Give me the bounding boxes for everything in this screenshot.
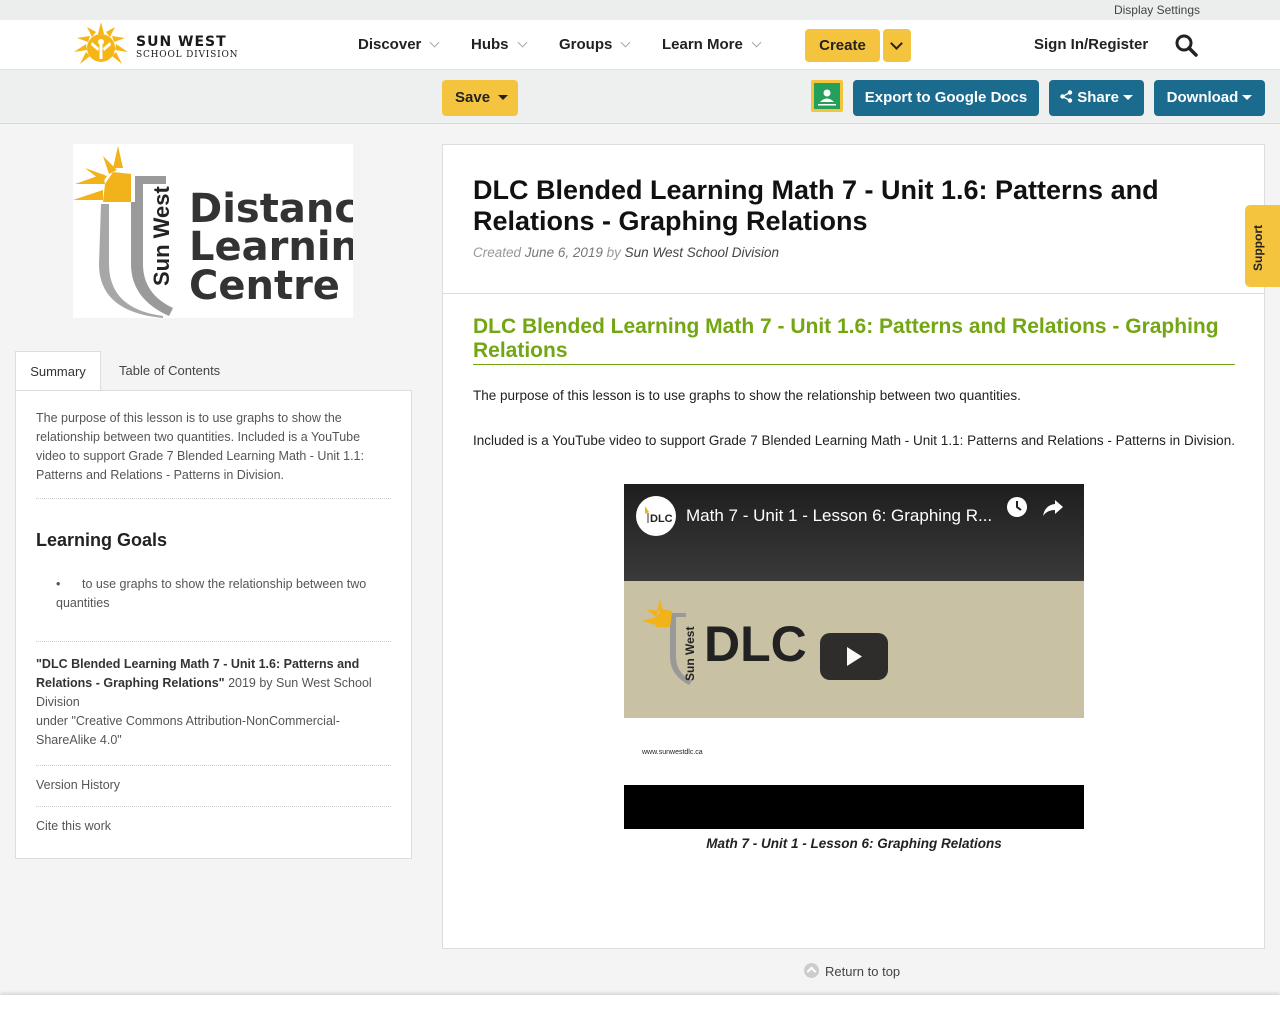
arrow-up-circle-icon [804, 963, 819, 978]
chevron-down-icon [517, 37, 527, 48]
youtube-video-player[interactable]: DLC Math 7 - Unit 1 - Lesson 6: Graphing… [624, 484, 1084, 829]
video-title[interactable]: Math 7 - Unit 1 - Lesson 6: Graphing R..… [686, 506, 992, 526]
license-info: "DLC Blended Learning Math 7 - Unit 1.6:… [36, 655, 391, 766]
footer [0, 995, 1280, 1024]
download-label: Download [1166, 89, 1239, 106]
search-icon[interactable] [1174, 33, 1198, 57]
divider [443, 293, 1264, 294]
caret-down-icon [1122, 95, 1133, 100]
nav-learn-more[interactable]: Learn More [662, 36, 762, 53]
author-link[interactable]: Sun West School Division [625, 245, 779, 260]
caret-down-icon [1242, 95, 1253, 100]
share-button[interactable]: Share [1049, 80, 1144, 116]
export-google-docs-button[interactable]: Export to Google Docs [853, 80, 1039, 116]
support-label: Support [1251, 225, 1265, 271]
purpose-paragraph: The purpose of this lesson is to use gra… [473, 388, 1021, 403]
logo-name: SUN WEST [136, 34, 227, 50]
return-to-top-link[interactable]: Return to top [804, 963, 900, 979]
logo-subtitle: SCHOOL DIVISION [136, 50, 239, 60]
play-icon [847, 647, 862, 666]
save-button[interactable]: Save [442, 80, 518, 116]
nav-discover[interactable]: Discover [358, 36, 440, 53]
sun-west-logo[interactable]: SUN WEST SCHOOL DIVISION [70, 20, 240, 70]
nav-groups-label: Groups [559, 36, 613, 53]
dlc-video-logo: Sun West DLC [642, 599, 807, 685]
channel-avatar[interactable]: DLC [636, 496, 676, 536]
license-terms: under "Creative Commons Attribution-NonC… [36, 714, 340, 747]
google-classroom-icon[interactable] [811, 80, 843, 112]
caret-down-icon [498, 95, 509, 100]
nav-discover-label: Discover [358, 36, 422, 53]
created-label: Created [473, 245, 522, 260]
tab-summary[interactable]: Summary [15, 351, 101, 391]
classroom-person-icon [818, 89, 836, 106]
nav-hubs-label: Hubs [471, 36, 509, 53]
learning-goals-heading: Learning Goals [36, 530, 168, 550]
sidebar-tabs: Summary Table of Contents [15, 351, 412, 391]
dlc-logo-line3: Centre [189, 263, 340, 309]
display-settings-link[interactable]: Display Settings [1114, 3, 1200, 17]
section-heading: DLC Blended Learning Math 7 - Unit 1.6: … [473, 315, 1235, 365]
watch-later-icon[interactable] [1006, 496, 1028, 518]
create-button[interactable]: Create [805, 29, 880, 62]
support-tab[interactable]: Support [1245, 205, 1280, 287]
nav-learn-more-label: Learn More [662, 36, 743, 53]
resource-content: DLC Blended Learning Math 7 - Unit 1.6: … [442, 144, 1265, 949]
resource-toolbar: Save Export to Google Docs Share Downloa… [0, 70, 1280, 124]
video-logo-brand: Sun West [683, 627, 697, 681]
dlc-avatar-icon: DLC [645, 506, 673, 525]
learning-goal-item: to use graphs to show the relationship b… [56, 577, 367, 610]
summary-panel: The purpose of this lesson is to use gra… [15, 390, 412, 859]
chevron-down-icon [620, 37, 631, 48]
version-history-link[interactable]: Version History [36, 766, 391, 807]
chevron-down-icon [751, 37, 762, 48]
save-label: Save [455, 89, 491, 106]
chevron-down-icon [429, 37, 440, 48]
sun-logo-icon [74, 22, 128, 64]
created-meta: Created June 6, 2019 by Sun West School … [473, 245, 779, 260]
tab-table-of-contents[interactable]: Table of Contents [119, 351, 220, 391]
download-button[interactable]: Download [1154, 80, 1265, 116]
bullet-icon: • [56, 577, 61, 591]
dlc-logo: Sun West Distance Learning Centre [73, 144, 388, 318]
share-arrow-icon[interactable] [1042, 496, 1064, 518]
create-dropdown-button[interactable] [883, 29, 911, 62]
share-label: Share [1077, 89, 1119, 106]
video-url-text: www.sunwestdlc.ca [642, 749, 703, 756]
nav-hubs[interactable]: Hubs [471, 36, 527, 53]
by-label: by [606, 245, 621, 260]
dlc-logo-brand: Sun West [149, 185, 174, 286]
dlc-logo-graphic: Sun West Distance Learning Centre [73, 146, 388, 318]
cite-this-work-link[interactable]: Cite this work [36, 807, 391, 847]
learning-goals-list: • to use graphs to show the relationship… [36, 575, 391, 642]
nav-groups[interactable]: Groups [559, 36, 631, 53]
page-title: DLC Blended Learning Math 7 - Unit 1.6: … [473, 175, 1159, 236]
svg-text:DLC: DLC [650, 513, 673, 525]
chevron-down-icon [890, 37, 903, 50]
share-icon [1060, 90, 1073, 103]
video-description-paragraph: Included is a YouTube video to support G… [473, 433, 1235, 448]
return-to-top-label: Return to top [825, 964, 901, 979]
sign-in-register-link[interactable]: Sign In/Register [1034, 36, 1148, 53]
created-date: June 6, 2019 [524, 245, 603, 260]
video-logo-text: DLC [704, 616, 807, 672]
summary-text: The purpose of this lesson is to use gra… [36, 409, 391, 499]
play-button[interactable] [820, 633, 888, 680]
utility-bar: Display Settings [0, 0, 1280, 20]
video-caption: Math 7 - Unit 1 - Lesson 6: Graphing Rel… [706, 836, 1002, 851]
main-navbar: SUN WEST SCHOOL DIVISION Discover Hubs G… [0, 20, 1280, 70]
